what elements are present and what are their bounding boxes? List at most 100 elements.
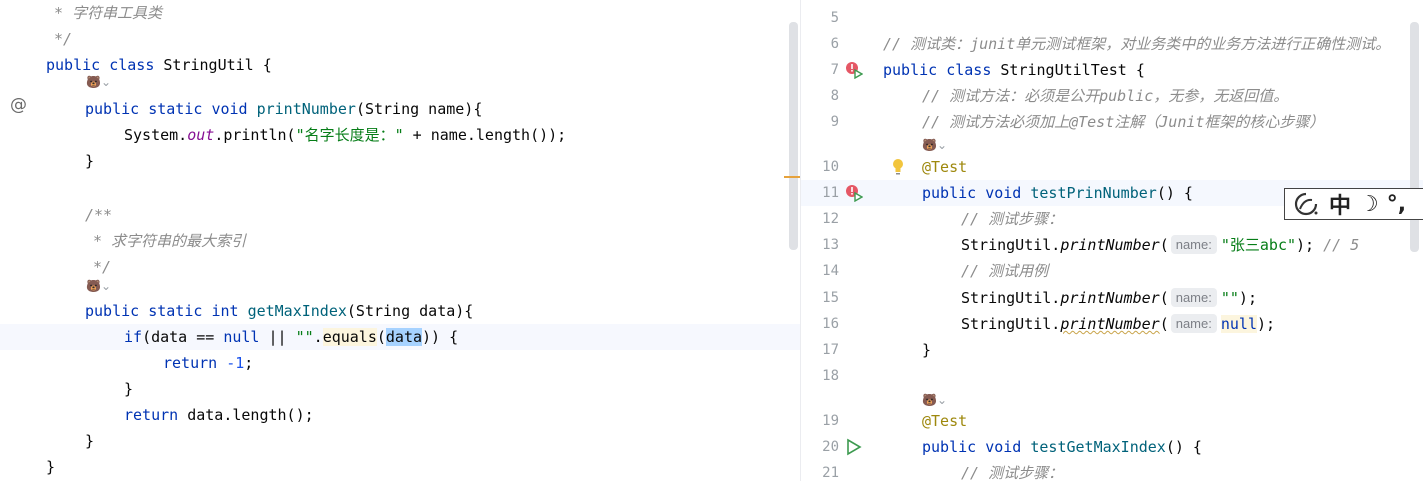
code-line[interactable]: 10 @Test (801, 154, 1423, 180)
code-line[interactable]: } (0, 428, 800, 454)
left-editor-pane[interactable]: @ * 字符串工具类 */public class StringUtil {pub… (0, 0, 800, 481)
code-line[interactable]: 8 // 测试方法：必须是公开public，无参，无返回值。 (801, 83, 1423, 109)
code-token: void (985, 438, 1031, 456)
code-text: * 字符串工具类 (54, 0, 162, 26)
code-token: // 测试步骤： (961, 210, 1064, 228)
left-scrollbar[interactable] (789, 22, 798, 250)
code-token: } (922, 341, 932, 359)
code-text: // 测试类：junit单元测试框架，对业务类中的业务方法进行正确性测试。 (883, 31, 1390, 57)
ime-chinese-mode-icon[interactable]: 中 (1329, 188, 1351, 220)
code-token: ，无参，无返回值。 (1153, 87, 1289, 105)
code-line[interactable]: 6 // 测试类：junit单元测试框架，对业务类中的业务方法进行正确性测试。 (801, 31, 1423, 57)
line-number: 12 (822, 211, 839, 227)
code-token: getMaxIndex (247, 302, 347, 320)
code-line[interactable]: 7 public class StringUtilTest { (801, 57, 1423, 83)
code-token: . (313, 328, 323, 346)
code-token: () { (1165, 438, 1202, 456)
code-token: "张三abc" (1220, 236, 1297, 254)
code-line[interactable]: if(data == null || "".equals(data)) { (0, 324, 800, 350)
code-token: public (85, 100, 149, 118)
ime-toolbar[interactable]: 中 ☽ °, (1284, 188, 1423, 220)
code-token: equals (322, 328, 377, 346)
code-line[interactable]: } (0, 148, 800, 174)
code-token: @Test (1069, 113, 1115, 131)
code-line[interactable]: */ (0, 26, 800, 52)
author-hint-icon[interactable]: 🐻⌄ (86, 276, 111, 296)
ime-logo-icon[interactable] (1291, 191, 1321, 217)
ime-punctuation-icon[interactable]: °, (1387, 192, 1406, 217)
right-editor-pane[interactable]: 5 6 // 测试类：junit单元测试框架，对业务类中的业务方法进行正确性测试。 7… (800, 0, 1423, 481)
code-text: } (85, 428, 94, 454)
code-line[interactable]: 5 (801, 5, 1423, 31)
code-token: // 测试方法：必须是公开 (922, 87, 1100, 105)
code-line[interactable]: public class StringUtil { (0, 52, 800, 78)
code-token: ( (1159, 289, 1169, 307)
code-token: class (109, 56, 164, 74)
code-token: ); (1296, 236, 1324, 254)
code-token: (String data){ (346, 302, 474, 320)
line-number: 15 (822, 290, 839, 306)
code-line[interactable]: } (0, 454, 800, 480)
code-token: 单元测试框架，对业务类中的业务方法进行正确性测试。 (1015, 35, 1391, 53)
code-token: )) { (422, 328, 459, 346)
code-text: * 求字符串的最大索引 (93, 228, 246, 254)
code-text: */ (54, 26, 72, 52)
code-token: ( (1159, 236, 1169, 254)
code-line[interactable]: 16 StringUtil.printNumber(name: null); (801, 311, 1423, 337)
parameter-hint: name: (1170, 235, 1217, 254)
code-token: ( (1159, 315, 1169, 333)
code-text: public static void printNumber(String na… (85, 96, 482, 122)
code-text: System.out.println("名字长度是：" + name.lengt… (124, 122, 566, 148)
code-text: public class StringUtilTest { (883, 57, 1145, 83)
code-line[interactable]: /** (0, 202, 800, 228)
code-line[interactable]: */ (0, 254, 800, 280)
code-token: public (922, 438, 986, 456)
code-token: junit (970, 35, 1016, 53)
code-token: */ (54, 30, 73, 48)
code-token: -1 (226, 354, 245, 372)
line-number: 18 (822, 368, 839, 384)
code-line[interactable]: * 字符串工具类 (0, 0, 800, 26)
code-line[interactable]: 19 @Test (801, 408, 1423, 434)
code-token: () { (1156, 184, 1193, 202)
code-line[interactable]: 20 public void testGetMaxIndex() { (801, 434, 1423, 460)
code-line[interactable]: public static void printNumber(String na… (0, 96, 800, 122)
code-line[interactable]: 15 StringUtil.printNumber(name: ""); (801, 285, 1423, 311)
code-token: void (211, 100, 257, 118)
code-token: /** (85, 206, 113, 224)
code-token: public (883, 61, 947, 79)
code-line[interactable]: 9 // 测试方法必须加上@Test注解（Junit框架的核心步骤） (801, 109, 1423, 135)
code-token: StringUtil. (961, 315, 1061, 333)
code-token: "" (1220, 289, 1239, 307)
ime-halfwidth-icon[interactable]: ☽ (1359, 192, 1379, 217)
code-token: 注解（ (1114, 113, 1160, 131)
code-token: static (148, 100, 212, 118)
code-token: } (46, 458, 56, 476)
code-line[interactable]: System.out.println("名字长度是：" + name.lengt… (0, 122, 800, 148)
code-line[interactable]: 13 StringUtil.printNumber(name: "张三abc"); … (801, 232, 1423, 258)
code-text: StringUtil.printNumber(name: "张三abc"); //… (961, 232, 1359, 258)
code-token: class (946, 61, 1001, 79)
code-token: printNumber (1060, 289, 1160, 307)
code-line[interactable]: } (0, 376, 800, 402)
code-line[interactable]: 14 // 测试用例 (801, 258, 1423, 284)
line-number: 9 (830, 114, 839, 130)
code-text: return -1; (163, 350, 253, 376)
code-line[interactable]: return data.length(); (0, 402, 800, 428)
code-line[interactable]: * 求字符串的最大索引 (0, 228, 800, 254)
code-line[interactable]: 21 // 测试步骤： (801, 460, 1423, 481)
code-token: testGetMaxIndex (1030, 438, 1166, 456)
code-text: // 测试方法必须加上@Test注解（Junit框架的核心步骤） (922, 109, 1324, 135)
author-hint-icon[interactable]: 🐻⌄ (922, 135, 947, 155)
line-number: 6 (830, 36, 839, 52)
line-number: 14 (822, 263, 839, 279)
code-line[interactable]: 18 (801, 363, 1423, 389)
code-text: if(data == null || "".equals(data)) { (124, 324, 458, 350)
code-line[interactable]: 17} (801, 337, 1423, 363)
code-token: StringUtilTest { (1000, 61, 1145, 79)
author-hint-icon[interactable]: 🐻⌄ (86, 72, 111, 92)
author-hint-icon[interactable]: 🐻⌄ (922, 390, 947, 410)
code-token: (data == (142, 328, 224, 346)
code-line[interactable]: public static int getMaxIndex(String dat… (0, 298, 800, 324)
code-line[interactable]: return -1; (0, 350, 800, 376)
